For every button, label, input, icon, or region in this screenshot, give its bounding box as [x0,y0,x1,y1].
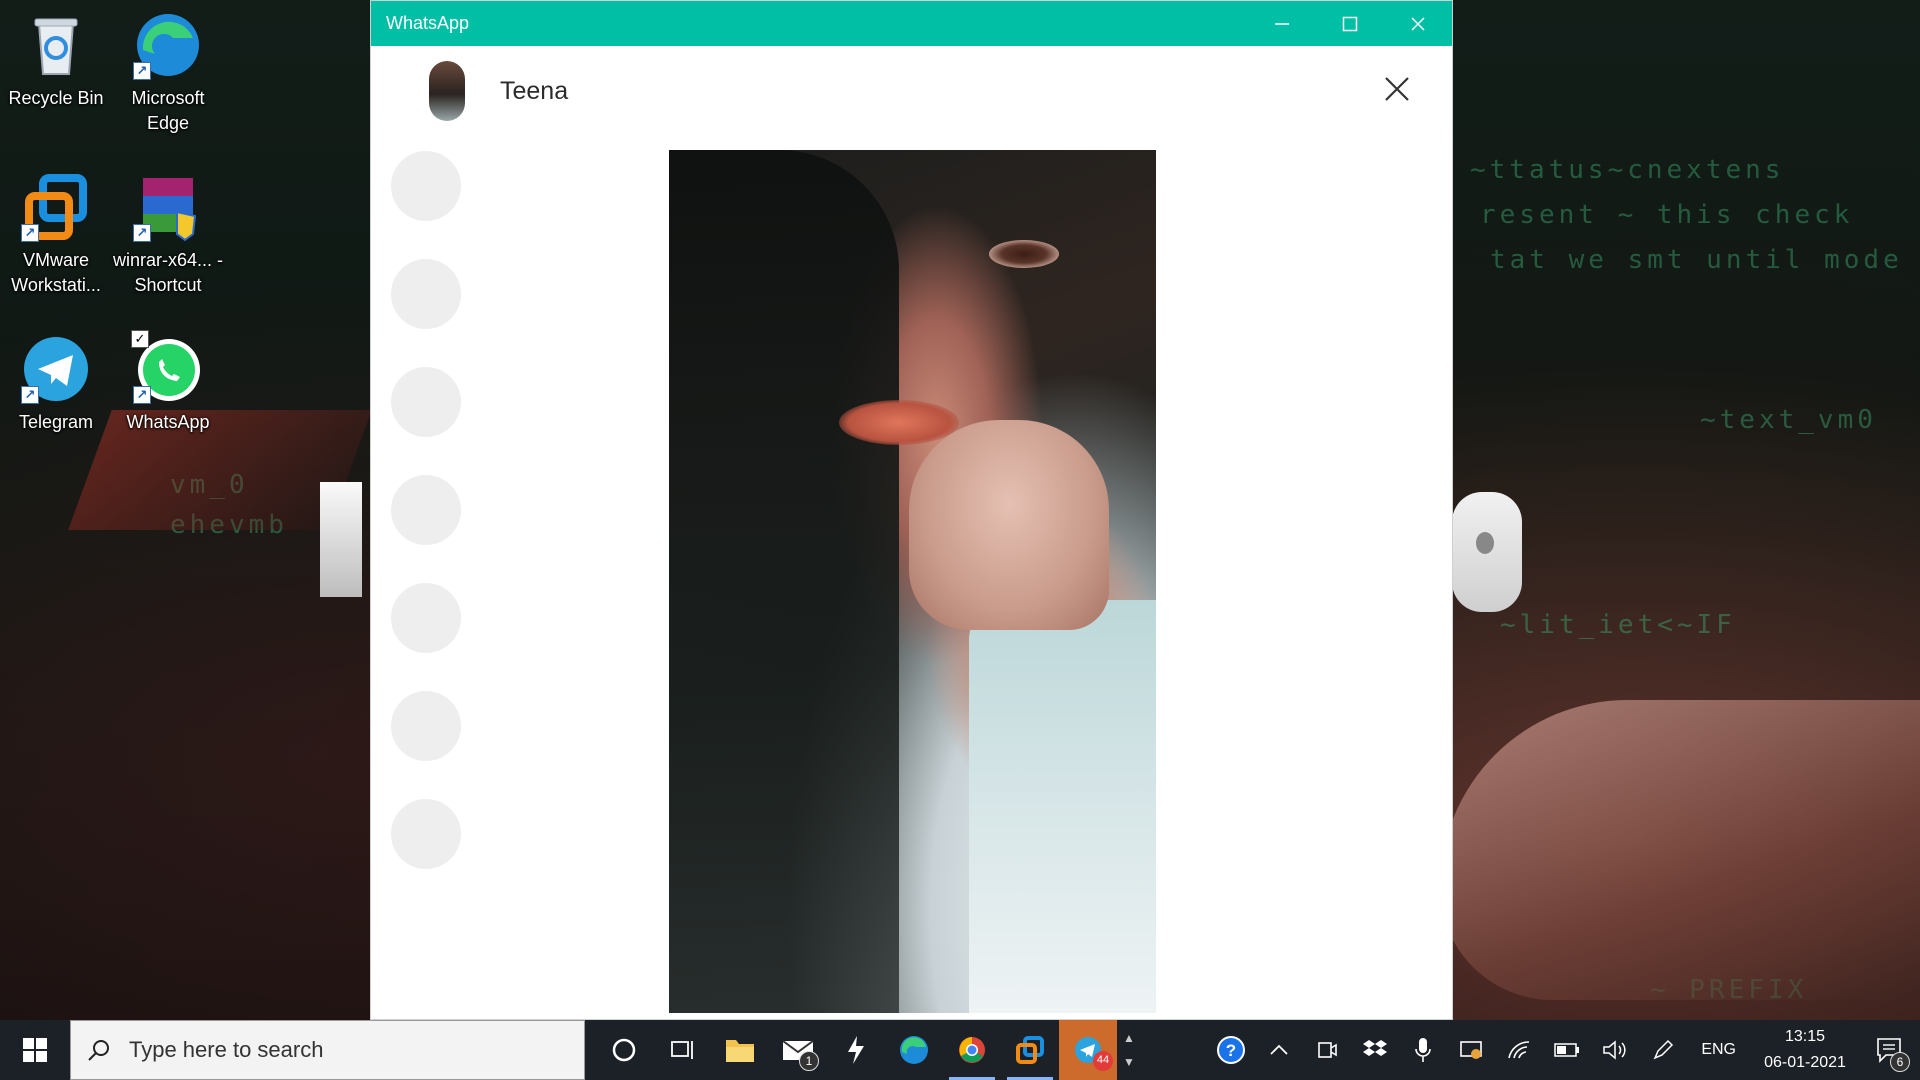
window-titlebar[interactable]: WhatsApp [371,1,1452,46]
shortcut-arrow-icon: ↗ [133,62,151,80]
clock-time: 13:15 [1784,1028,1826,1045]
maximize-icon [1342,16,1358,31]
telegram-icon: ↗ [21,334,91,404]
close-icon [1411,16,1425,31]
taskbar-app-lightning[interactable] [827,1020,885,1080]
close-viewer-button[interactable] [1382,74,1412,104]
svg-text:?: ? [1226,1041,1236,1060]
taskbar-file-explorer[interactable] [711,1020,769,1080]
lightning-icon [848,1036,864,1064]
tray-volume-button[interactable] [1591,1020,1639,1080]
taskbar-overflow-scroller[interactable]: ▲ ▼ [1117,1020,1141,1080]
taskbar: Type here to search 1 44 ▲ ▼ ? ENG 13:15… [0,1020,1920,1080]
start-button[interactable] [0,1020,70,1080]
chat-list-background [391,151,471,1021]
tray-battery-button[interactable] [1543,1020,1591,1080]
whatsapp-icon: ↗ ✓ [131,330,203,404]
contact-name[interactable]: Teena [500,77,568,106]
windows-icon [23,1038,47,1062]
shortcut-arrow-icon: ↗ [133,386,151,404]
maximize-button[interactable] [1316,1,1384,46]
clock-date: 06-01-2021 [1764,1054,1846,1071]
tray-dropbox-button[interactable] [1351,1020,1399,1080]
window-title: WhatsApp [386,13,470,33]
media-photo [669,150,1156,1013]
search-icon [88,1040,109,1061]
tray-pen-button[interactable] [1639,1020,1687,1080]
chrome-icon [959,1037,985,1063]
task-view-icon [671,1041,693,1059]
show-hidden-icons-button[interactable] [1255,1020,1303,1080]
media-viewer-header: Teena [371,46,1452,136]
taskbar-telegram[interactable]: 44 [1059,1020,1117,1080]
meet-now-icon [1318,1042,1338,1058]
taskbar-chrome[interactable] [943,1020,1001,1080]
pen-icon [1653,1039,1674,1060]
desktop-icon-telegram[interactable]: ↗ Telegram [0,324,112,435]
tray-wifi-button[interactable] [1495,1020,1543,1080]
chevron-up-icon [1270,1044,1288,1055]
tray-microphone-button[interactable] [1399,1020,1447,1080]
taskbar-vmware[interactable] [1001,1020,1059,1080]
search-placeholder: Type here to search [129,1037,324,1062]
minimize-icon [1275,22,1289,25]
action-center-button[interactable]: 6 [1860,1020,1920,1080]
avatar[interactable] [429,61,465,121]
vmware-icon [1016,1036,1044,1064]
desktop-icon-label: Recycle Bin [8,88,104,108]
desktop-icon-label: VMware Workstati... [11,250,101,295]
edge-icon [900,1036,928,1064]
chevron-up-icon[interactable]: ▲ [1123,1031,1135,1045]
system-tray: ? ENG 13:15 06-01-2021 6 [1207,1020,1920,1080]
desktop-icon-label: Microsoft Edge [131,88,205,133]
shortcut-arrow-icon: ↗ [133,224,151,242]
dropbox-icon [1363,1040,1388,1056]
volume-icon [1603,1040,1626,1060]
language-indicator[interactable]: ENG [1687,1041,1750,1059]
notification-count-badge: 6 [1890,1052,1910,1072]
chevron-down-icon[interactable]: ▼ [1123,1055,1135,1069]
folder-icon [726,1040,754,1062]
recycle-bin-icon [21,10,91,80]
desktop-icon-vmware[interactable]: ↗ VMware Workstati... [0,162,112,298]
task-view-button[interactable] [653,1020,711,1080]
tray-screen-button[interactable] [1447,1020,1495,1080]
checkbox-icon[interactable]: ✓ [131,330,149,348]
desktop-icon-whatsapp[interactable]: ↗ ✓ WhatsApp [112,324,224,435]
help-icon: ? [1217,1036,1246,1064]
battery-icon [1554,1043,1580,1057]
mail-badge: 1 [799,1051,819,1071]
shortcut-arrow-icon: ↗ [21,224,39,242]
microphone-icon [1415,1038,1432,1062]
desktop-icon-recycle-bin[interactable]: Recycle Bin [0,0,112,111]
telegram-badge: 44 [1093,1051,1113,1071]
shortcut-arrow-icon: ↗ [21,386,39,404]
help-tray-button[interactable]: ? [1207,1020,1255,1080]
taskbar-mail[interactable]: 1 [769,1020,827,1080]
close-icon [1385,77,1409,101]
desktop-icon-label: winrar-x64... - Shortcut [112,250,224,295]
winrar-icon: ↗ [133,172,203,242]
edge-icon: ↗ [133,10,203,80]
cortana-button[interactable] [595,1020,653,1080]
screen-update-icon [1460,1041,1483,1059]
minimize-button[interactable] [1248,1,1316,46]
taskbar-search-box[interactable]: Type here to search [70,1020,585,1080]
desktop-icon-label: Telegram [18,412,94,432]
desktop-icon-winrar[interactable]: ↗ winrar-x64... - Shortcut [112,162,224,298]
desktop-icon-label: WhatsApp [126,412,210,432]
cortana-icon [612,1038,636,1062]
taskbar-edge[interactable] [885,1020,943,1080]
tray-meet-button[interactable] [1303,1020,1351,1080]
vmware-icon: ↗ [21,172,91,242]
close-button[interactable] [1384,1,1452,46]
whatsapp-window: WhatsApp Teena [370,0,1453,1020]
desktop-icon-microsoft-edge[interactable]: ↗ Microsoft Edge [112,0,224,136]
wifi-icon [1508,1041,1530,1059]
taskbar-clock[interactable]: 13:15 06-01-2021 [1750,1024,1860,1076]
